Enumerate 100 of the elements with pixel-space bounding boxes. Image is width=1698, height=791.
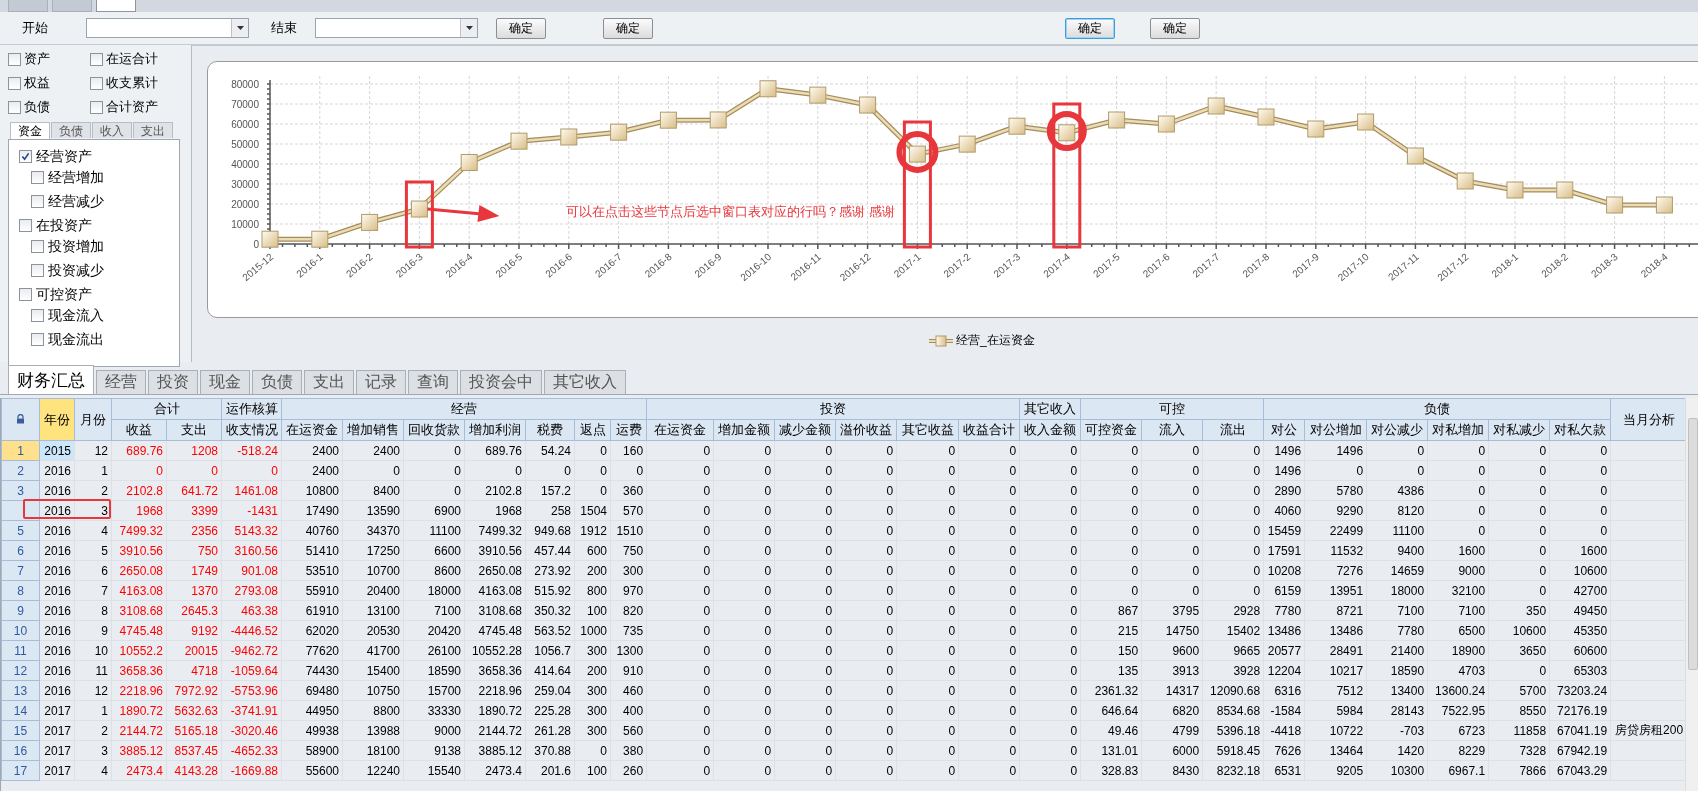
data-point[interactable] (1655, 196, 1673, 214)
data-point[interactable] (510, 132, 528, 150)
tab[interactable]: 财务汇总 (8, 365, 94, 394)
scrollbar[interactable] (1685, 398, 1698, 791)
column-header[interactable]: 月份 (74, 398, 112, 441)
tab[interactable]: 收入 (92, 122, 132, 138)
data-point[interactable] (1008, 117, 1026, 135)
data-point[interactable] (1307, 120, 1325, 138)
column-header[interactable]: 当月分析 (1610, 398, 1687, 441)
row-number[interactable]: 15 (1, 720, 40, 741)
checkbox[interactable] (19, 219, 32, 232)
tab[interactable]: 其它收入 (544, 370, 626, 394)
data-point[interactable] (659, 111, 677, 129)
row-number[interactable]: 11 (1, 640, 40, 661)
tab[interactable]: 记录 (356, 370, 406, 394)
checkbox[interactable] (31, 240, 44, 253)
table-cell: 0 (835, 580, 897, 601)
table-cell: 0 (896, 460, 959, 481)
table-cell: 41700 (342, 640, 404, 661)
data-point[interactable] (1506, 181, 1524, 199)
table-cell: 0 (958, 440, 1020, 461)
row-number[interactable]: 7 (1, 560, 40, 581)
table-cell: 74430 (281, 660, 343, 681)
tab[interactable]: 投资会中 (460, 370, 542, 394)
table-cell: 2400 (342, 440, 404, 461)
data-point[interactable] (1456, 172, 1474, 190)
checkbox[interactable] (19, 288, 32, 301)
data-point[interactable] (1556, 181, 1574, 199)
data-point[interactable] (560, 128, 578, 146)
data-point[interactable] (709, 111, 727, 129)
row-number[interactable]: 16 (1, 740, 40, 761)
row-number[interactable]: 5 (1, 520, 40, 541)
row-number[interactable]: 14 (1, 700, 40, 721)
data-point[interactable] (1406, 147, 1424, 165)
dropdown-arrow-icon[interactable] (465, 26, 473, 30)
row-number[interactable]: 2 (1, 460, 40, 481)
checkbox[interactable] (90, 76, 103, 90)
data-point[interactable] (759, 80, 777, 98)
table-cell: 7100 (1366, 600, 1428, 621)
checkbox[interactable] (19, 150, 32, 163)
data-point[interactable] (1606, 196, 1624, 214)
confirm-button[interactable]: 确定 (1065, 17, 1115, 39)
tab[interactable] (8, 0, 48, 12)
row-number[interactable]: 17 (1, 760, 40, 781)
checkbox[interactable] (31, 171, 44, 184)
data-point[interactable] (361, 213, 379, 231)
lock-icon[interactable] (16, 414, 25, 424)
data-point[interactable] (809, 86, 827, 104)
tab[interactable]: 支出 (133, 122, 173, 138)
checkbox[interactable] (90, 52, 103, 66)
tab[interactable]: 查询 (408, 370, 458, 394)
dropdown-arrow-icon[interactable] (236, 26, 244, 30)
tab[interactable]: 投资 (148, 370, 198, 394)
table-cell: 15400 (342, 660, 404, 681)
column-header[interactable]: 年份 (39, 398, 75, 441)
row-number[interactable]: 3 (1, 480, 40, 501)
tab[interactable]: 负债 (252, 370, 302, 394)
data-point[interactable] (908, 145, 926, 163)
checkbox[interactable] (31, 309, 44, 322)
data-point[interactable] (1058, 124, 1076, 142)
checkbox[interactable] (90, 100, 103, 114)
row-number[interactable]: 9 (1, 600, 40, 621)
data-point[interactable] (1357, 113, 1375, 131)
data-point[interactable] (261, 230, 279, 248)
tab[interactable]: 经营 (96, 370, 146, 394)
row-number[interactable]: 10 (1, 620, 40, 641)
table-cell: 0 (1019, 640, 1081, 661)
checkbox[interactable] (8, 52, 21, 66)
data-point[interactable] (859, 96, 877, 114)
tab[interactable]: 负债 (51, 122, 91, 138)
checkbox[interactable] (31, 264, 44, 277)
tab[interactable]: 现金 (200, 370, 250, 394)
data-point[interactable] (1207, 97, 1225, 115)
row-number[interactable]: 12 (1, 660, 40, 681)
data-point[interactable] (1257, 108, 1275, 126)
data-point[interactable] (410, 200, 428, 218)
data-point[interactable] (610, 123, 628, 141)
data-point[interactable] (1157, 115, 1175, 133)
checkbox[interactable] (31, 333, 44, 346)
data-point[interactable] (1108, 111, 1126, 129)
confirm-button[interactable]: 确定 (496, 17, 546, 39)
row-number[interactable]: 6 (1, 540, 40, 561)
tab[interactable] (52, 0, 92, 12)
row-number[interactable]: 8 (1, 580, 40, 601)
tab[interactable]: 资金 (10, 122, 50, 139)
confirm-button[interactable]: 确定 (603, 17, 653, 39)
data-point[interactable] (958, 135, 976, 153)
row-number[interactable]: 1 (1, 440, 40, 461)
checkbox[interactable] (31, 195, 44, 208)
checkbox[interactable] (8, 100, 21, 114)
row-number[interactable]: 13 (1, 680, 40, 701)
data-point[interactable] (311, 230, 329, 248)
table-cell: 6967.1 (1427, 760, 1489, 781)
data-point[interactable] (460, 154, 478, 171)
start-dropdown[interactable] (86, 18, 249, 38)
table-cell: 65303 (1549, 660, 1611, 681)
checkbox[interactable] (8, 76, 21, 90)
confirm-button[interactable]: 确定 (1150, 17, 1200, 39)
tab[interactable] (96, 0, 136, 12)
tab[interactable]: 支出 (304, 370, 354, 394)
